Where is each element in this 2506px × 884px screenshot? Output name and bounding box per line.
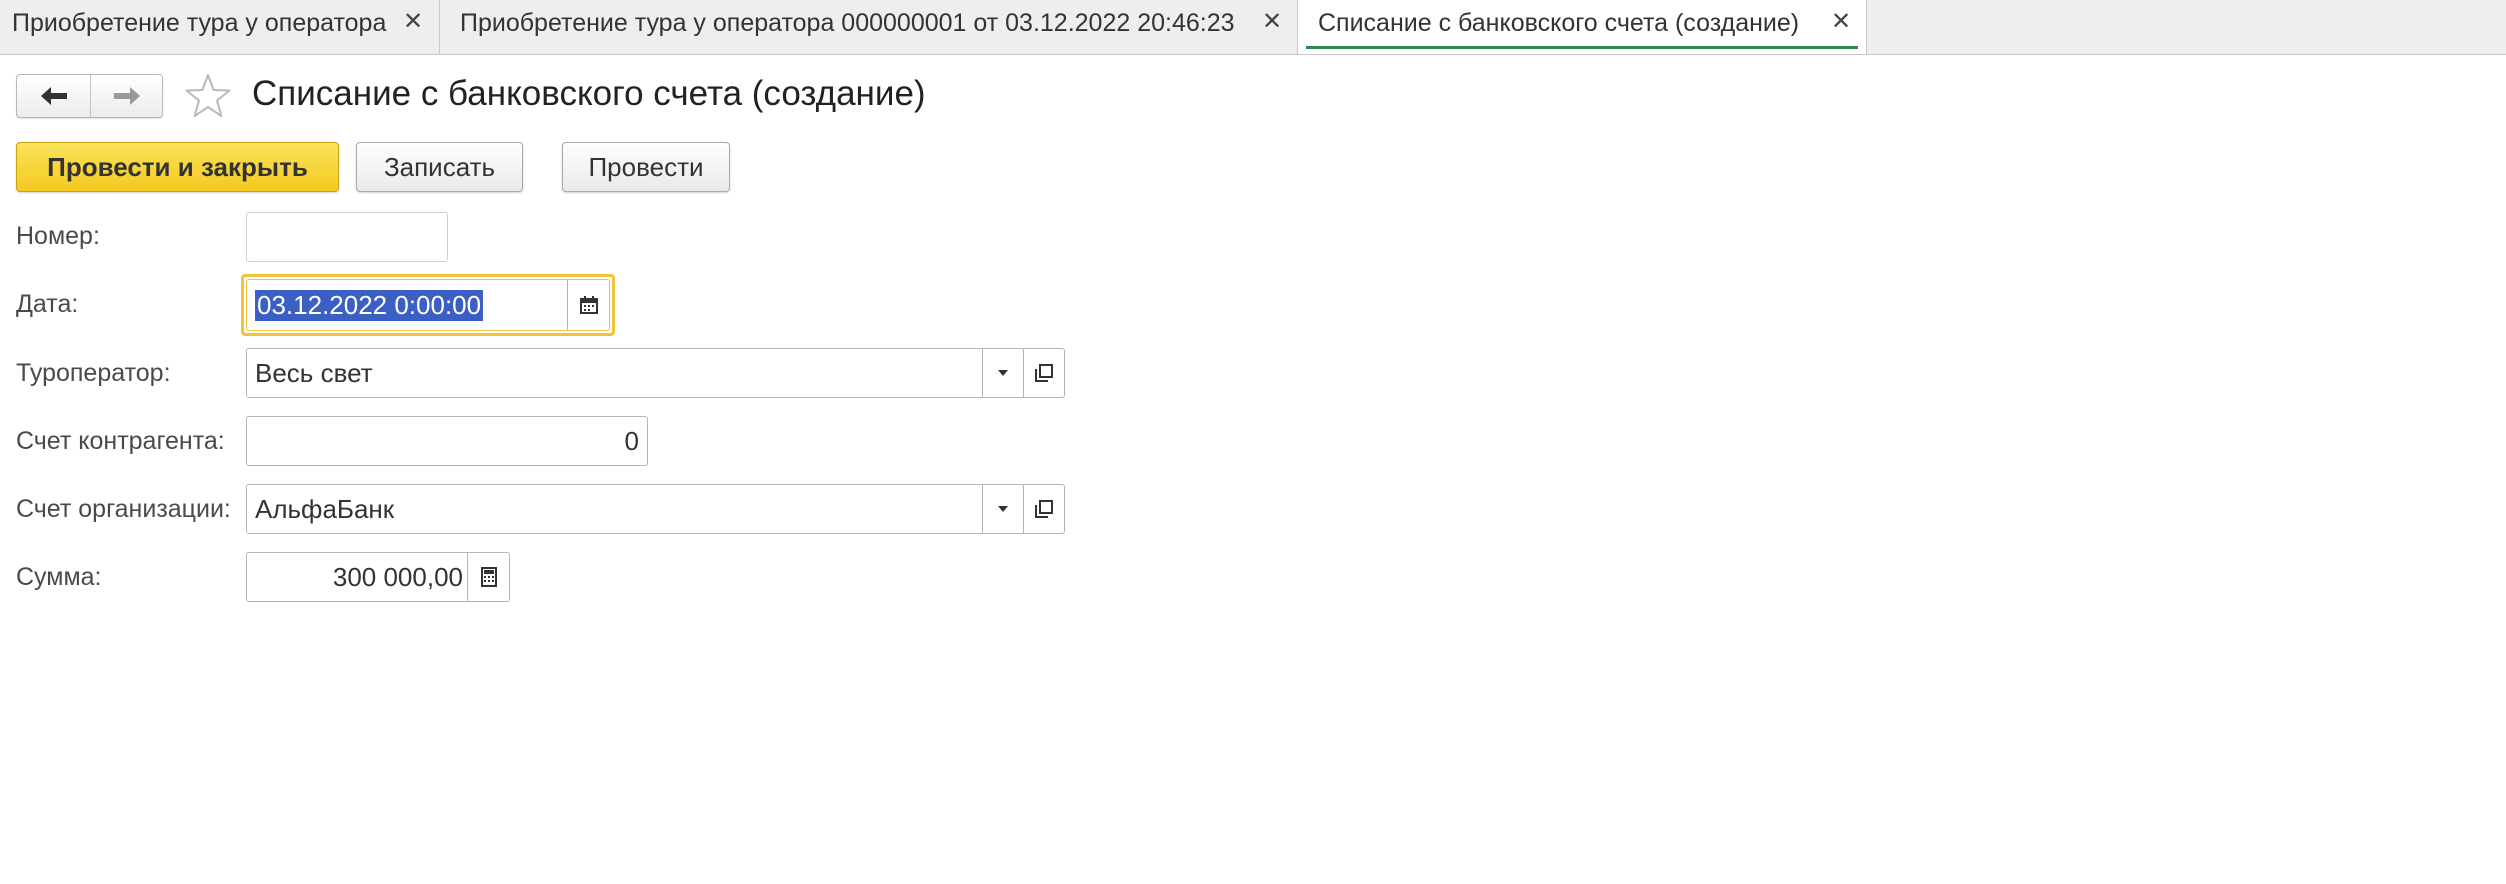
tab-label: Списание с банковского счета (создание)	[1318, 9, 1800, 37]
tour-operator-open-button[interactable]	[1024, 349, 1064, 397]
counterparty-account-value: 0	[624, 425, 639, 456]
post-and-close-button[interactable]: Провести и закрыть	[16, 142, 339, 192]
close-icon[interactable]: ✕	[1831, 7, 1851, 36]
close-icon[interactable]: ✕	[403, 7, 423, 36]
calendar-icon	[580, 296, 598, 314]
open-link-icon	[1035, 500, 1053, 518]
tour-operator-dropdown-button[interactable]	[983, 349, 1023, 397]
open-link-icon	[1035, 364, 1053, 382]
calculator-button[interactable]	[468, 553, 509, 601]
number-label: Номер:	[16, 222, 100, 250]
tab-label: Приобретение тура у оператора 000000001 …	[460, 9, 1235, 37]
navigation-buttons	[16, 74, 163, 118]
organization-account-field[interactable]: АльфаБанк	[246, 484, 1065, 534]
close-icon[interactable]: ✕	[1262, 7, 1282, 36]
date-field[interactable]: 03.12.2022 0:00:00	[246, 279, 610, 331]
tab-label: Приобретение тура у оператора	[12, 9, 387, 37]
tab-tour-purchase-doc[interactable]: Приобретение тура у оператора 000000001 …	[440, 0, 1298, 54]
counterparty-account-label: Счет контрагента:	[16, 427, 225, 455]
date-label: Дата:	[16, 290, 79, 318]
amount-label: Сумма:	[16, 563, 102, 591]
date-value: 03.12.2022 0:00:00	[255, 289, 484, 321]
back-arrow-icon	[40, 87, 67, 105]
dropdown-arrow-icon	[998, 506, 1008, 512]
organization-account-open-button[interactable]	[1024, 485, 1064, 533]
page-title: Списание с банковского счета (создание)	[252, 74, 926, 113]
post-button[interactable]: Провести	[562, 142, 730, 192]
calculator-icon	[480, 567, 497, 587]
star-icon[interactable]	[184, 72, 232, 120]
amount-field[interactable]: 300 000,00	[246, 552, 510, 602]
forward-button[interactable]	[90, 75, 163, 117]
counterparty-account-field[interactable]: 0	[246, 416, 648, 466]
dropdown-arrow-icon	[998, 370, 1008, 376]
amount-value: 300 000,00	[332, 561, 463, 592]
tour-operator-value: Весь свет	[255, 357, 373, 388]
active-tab-indicator	[1306, 46, 1858, 49]
tour-operator-field[interactable]: Весь свет	[246, 348, 1065, 398]
tab-tour-purchase[interactable]: Приобретение тура у оператора ✕	[0, 0, 440, 54]
organization-account-value: АльфаБанк	[255, 493, 395, 524]
tab-bank-withdrawal[interactable]: Списание с банковского счета (создание) …	[1298, 0, 1867, 54]
tour-operator-label: Туроператор:	[16, 359, 171, 387]
number-field[interactable]	[246, 212, 448, 262]
forward-arrow-icon	[113, 87, 140, 105]
save-button[interactable]: Записать	[356, 142, 523, 192]
back-button[interactable]	[17, 75, 91, 117]
date-picker-button[interactable]	[568, 280, 610, 330]
organization-account-dropdown-button[interactable]	[983, 485, 1023, 533]
organization-account-label: Счет организации:	[16, 495, 231, 523]
tab-bar: Приобретение тура у оператора ✕ Приобрет…	[0, 0, 2506, 55]
